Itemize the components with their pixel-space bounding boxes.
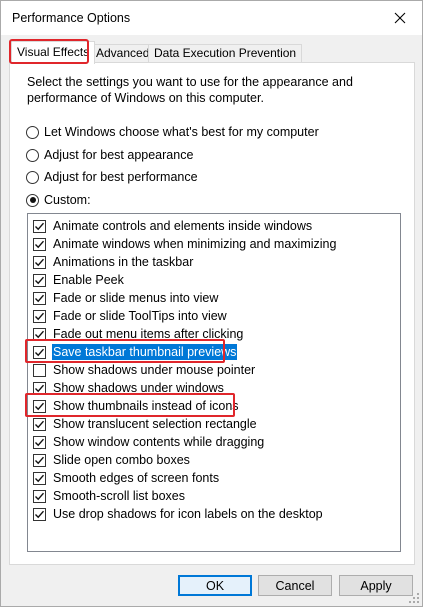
checkmark-icon bbox=[35, 492, 45, 500]
checkmark-icon bbox=[35, 420, 45, 428]
checkmark-icon bbox=[35, 312, 45, 320]
apply-button[interactable]: Apply bbox=[339, 575, 413, 596]
effect-label: Enable Peek bbox=[53, 273, 124, 287]
close-button[interactable] bbox=[378, 1, 422, 35]
radio-button[interactable] bbox=[26, 170, 39, 184]
checkmark-icon bbox=[35, 438, 45, 446]
effect-label: Show shadows under windows bbox=[53, 381, 224, 395]
window-title: Performance Options bbox=[12, 11, 131, 25]
checkbox[interactable] bbox=[33, 381, 46, 395]
checkbox[interactable] bbox=[33, 327, 46, 341]
radio-let-windows-choose[interactable]: Let Windows choose what's best for my co… bbox=[26, 124, 319, 140]
effect-label: Smooth-scroll list boxes bbox=[53, 489, 185, 503]
effect-item[interactable]: Show window contents while dragging bbox=[28, 433, 400, 451]
effect-item[interactable]: Show thumbnails instead of icons bbox=[28, 397, 400, 415]
effect-item[interactable]: Animate controls and elements inside win… bbox=[28, 217, 400, 235]
checkbox[interactable] bbox=[33, 417, 46, 431]
checkbox[interactable] bbox=[33, 489, 46, 503]
radio-label: Adjust for best performance bbox=[44, 170, 198, 184]
checkbox[interactable] bbox=[33, 345, 46, 359]
effect-label: Animate windows when minimizing and maxi… bbox=[53, 237, 337, 251]
effect-item[interactable]: Save taskbar thumbnail previews bbox=[28, 343, 400, 361]
checkbox[interactable] bbox=[33, 507, 46, 521]
checkbox[interactable] bbox=[33, 273, 46, 287]
resize-grip-icon[interactable] bbox=[409, 593, 419, 603]
tab-strip: Visual Effects Advanced Data Execution P… bbox=[9, 41, 414, 64]
effect-label: Animations in the taskbar bbox=[53, 255, 194, 269]
checkbox[interactable] bbox=[33, 237, 46, 251]
radio-best-performance[interactable]: Adjust for best performance bbox=[26, 169, 198, 185]
radio-label: Let Windows choose what's best for my co… bbox=[44, 125, 319, 139]
checkmark-icon bbox=[35, 510, 45, 518]
checkmark-icon bbox=[35, 258, 45, 266]
radio-button[interactable] bbox=[26, 125, 39, 139]
ok-button[interactable]: OK bbox=[178, 575, 252, 596]
effect-label: Show thumbnails instead of icons bbox=[53, 399, 239, 413]
effect-item[interactable]: Animate windows when minimizing and maxi… bbox=[28, 235, 400, 253]
checkmark-icon bbox=[35, 348, 45, 356]
checkbox[interactable] bbox=[33, 435, 46, 449]
tab-advanced[interactable]: Advanced bbox=[90, 44, 156, 63]
effect-item[interactable]: Enable Peek bbox=[28, 271, 400, 289]
description-text: Select the settings you want to use for … bbox=[27, 75, 353, 105]
checkbox[interactable] bbox=[33, 471, 46, 485]
effect-label: Animate controls and elements inside win… bbox=[53, 219, 313, 233]
checkbox[interactable] bbox=[33, 453, 46, 467]
effect-item[interactable]: Smooth edges of screen fonts bbox=[28, 469, 400, 487]
radio-button[interactable] bbox=[26, 148, 39, 162]
checkbox[interactable] bbox=[33, 363, 46, 377]
visual-effects-panel: Select the settings you want to use for … bbox=[9, 62, 415, 565]
radio-custom[interactable]: Custom: bbox=[26, 192, 91, 208]
checkbox[interactable] bbox=[33, 255, 46, 269]
close-icon bbox=[394, 12, 406, 24]
tab-data-execution-prevention[interactable]: Data Execution Prevention bbox=[148, 44, 303, 63]
radio-label: Adjust for best appearance bbox=[44, 148, 194, 162]
checkmark-icon bbox=[35, 402, 45, 410]
effect-item[interactable]: Fade out menu items after clicking bbox=[28, 325, 400, 343]
checkbox[interactable] bbox=[33, 291, 46, 305]
effect-item[interactable]: Show shadows under windows bbox=[28, 379, 400, 397]
visual-effects-list[interactable]: Animate controls and elements inside win… bbox=[27, 213, 401, 552]
effect-label: Fade out menu items after clicking bbox=[53, 327, 244, 341]
checkmark-icon bbox=[35, 330, 45, 338]
effect-item[interactable]: Fade or slide ToolTips into view bbox=[28, 307, 400, 325]
effect-label: Use drop shadows for icon labels on the … bbox=[53, 507, 323, 521]
effect-item[interactable]: Show shadows under mouse pointer bbox=[28, 361, 400, 379]
checkmark-icon bbox=[35, 222, 45, 230]
effect-label: Smooth edges of screen fonts bbox=[53, 471, 220, 485]
checkmark-icon bbox=[35, 240, 45, 248]
checkbox[interactable] bbox=[33, 219, 46, 233]
effect-label: Slide open combo boxes bbox=[53, 453, 190, 467]
checkbox[interactable] bbox=[33, 309, 46, 323]
effect-item[interactable]: Fade or slide menus into view bbox=[28, 289, 400, 307]
effect-label: Show window contents while dragging bbox=[53, 435, 265, 449]
tab-visual-effects[interactable]: Visual Effects bbox=[11, 41, 96, 64]
effect-label: Fade or slide ToolTips into view bbox=[53, 309, 227, 323]
checkbox[interactable] bbox=[33, 399, 46, 413]
radio-button[interactable] bbox=[26, 193, 39, 207]
effect-item[interactable]: Slide open combo boxes bbox=[28, 451, 400, 469]
checkmark-icon bbox=[35, 294, 45, 302]
effect-item[interactable]: Animations in the taskbar bbox=[28, 253, 400, 271]
radio-best-appearance[interactable]: Adjust for best appearance bbox=[26, 147, 193, 163]
effect-item[interactable]: Smooth-scroll list boxes bbox=[28, 487, 400, 505]
effect-label: Show translucent selection rectangle bbox=[53, 417, 257, 431]
effect-label: Save taskbar thumbnail previews bbox=[52, 344, 238, 360]
checkmark-icon bbox=[35, 276, 45, 284]
effect-item[interactable]: Show translucent selection rectangle bbox=[28, 415, 400, 433]
checkmark-icon bbox=[35, 474, 45, 482]
performance-options-dialog: Performance Options Visual Effects Advan… bbox=[0, 0, 423, 607]
checkmark-icon bbox=[35, 384, 45, 392]
radio-label: Custom: bbox=[44, 193, 91, 207]
checkmark-icon bbox=[35, 456, 45, 464]
effect-label: Show shadows under mouse pointer bbox=[53, 363, 256, 377]
effect-item[interactable]: Use drop shadows for icon labels on the … bbox=[28, 505, 400, 523]
title-bar[interactable]: Performance Options bbox=[1, 1, 422, 35]
effect-label: Fade or slide menus into view bbox=[53, 291, 219, 305]
cancel-button[interactable]: Cancel bbox=[258, 575, 332, 596]
